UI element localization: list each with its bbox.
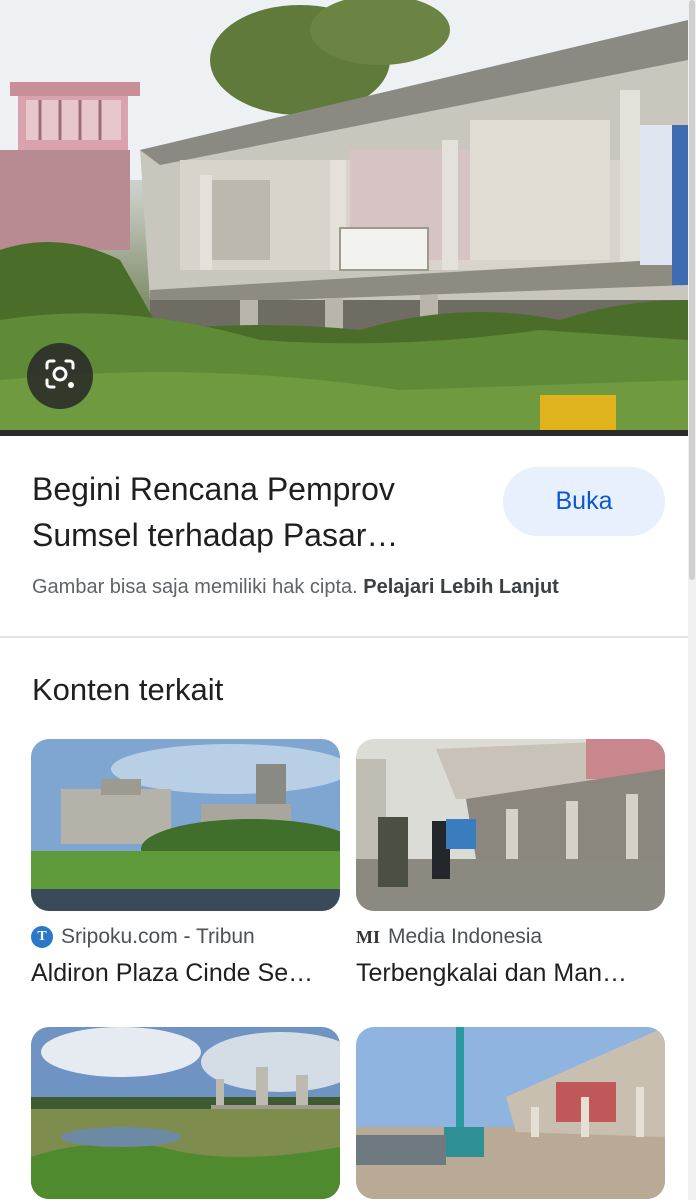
image-viewer-page: Begini Rencana Pemprov Sumsel terhadap P… — [0, 0, 696, 1200]
related-card[interactable]: T Sripoku.com - Tribun Aldiron Plaza Cin… — [31, 739, 340, 988]
copyright-notice: Gambar bisa saja memiliki hak cipta. Pel… — [32, 576, 559, 599]
related-card[interactable]: MI Media Indonesia Terbengkalai dan Man… — [356, 739, 665, 988]
section-divider — [0, 636, 688, 638]
related-card[interactable] — [31, 1027, 340, 1199]
hero-divider — [0, 430, 688, 436]
hero-image[interactable] — [0, 0, 688, 432]
related-card-title[interactable]: Terbengkalai dan Man… — [356, 959, 665, 988]
tribun-logo-icon: T — [31, 926, 53, 948]
related-card-source-name: Media Indonesia — [388, 925, 543, 948]
related-card-thumbnail[interactable] — [31, 1027, 340, 1199]
related-content-title: Konten terkait — [32, 672, 224, 707]
related-card-source: MI Media Indonesia — [356, 925, 665, 949]
scrollbar-thumb[interactable] — [689, 0, 695, 580]
lens-search-button[interactable] — [27, 343, 93, 409]
related-card-thumbnail[interactable] — [356, 1027, 665, 1199]
related-card[interactable] — [356, 1027, 665, 1199]
learn-more-link[interactable]: Pelajari Lebih Lanjut — [363, 576, 559, 598]
media-indonesia-logo-icon: MI — [356, 926, 380, 947]
open-button[interactable]: Buka — [503, 467, 665, 536]
related-card-title[interactable]: Aldiron Plaza Cinde Se… — [31, 959, 340, 988]
related-card-thumbnail[interactable] — [31, 739, 340, 911]
scrollbar[interactable] — [688, 0, 696, 1200]
related-card-source: T Sripoku.com - Tribun — [31, 925, 340, 949]
image-title[interactable]: Begini Rencana Pemprov Sumsel terhadap P… — [32, 466, 472, 558]
related-card-thumbnail[interactable] — [356, 739, 665, 911]
related-card-source-name: Sripoku.com - Tribun — [61, 925, 255, 948]
copyright-text: Gambar bisa saja memiliki hak cipta. — [32, 576, 358, 598]
camera-lens-icon — [42, 356, 78, 397]
